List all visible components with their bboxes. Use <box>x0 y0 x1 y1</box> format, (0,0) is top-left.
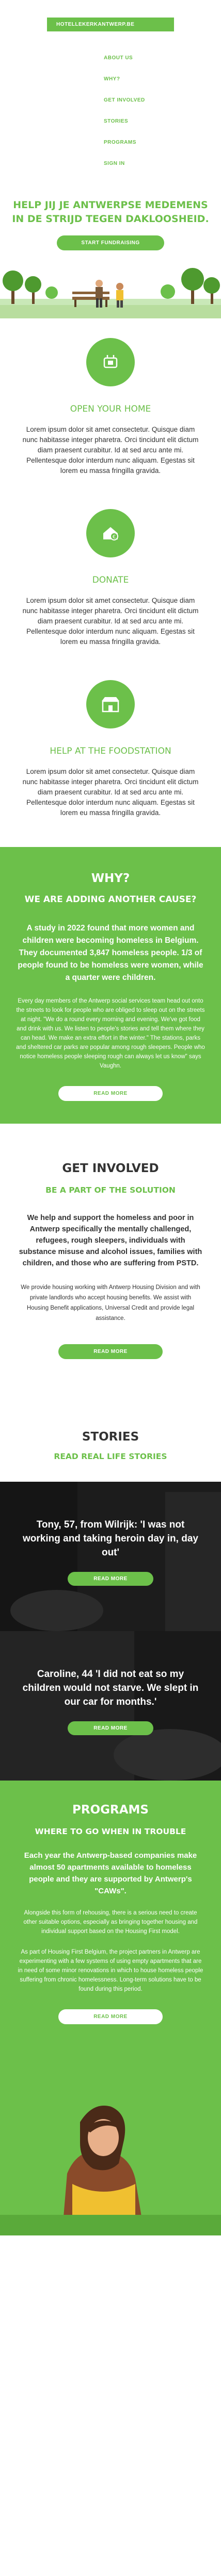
programs-text: Alongside this form of rehousing, there … <box>23 1910 198 1935</box>
section-subtitle: WHERE TO GO WHEN IN TROUBLE <box>35 1827 186 1836</box>
why-lead: A study in 2022 found that more women an… <box>18 924 203 982</box>
section-title: WHY? <box>91 872 130 885</box>
story-card: Caroline, 44 'I did not eat so my childr… <box>0 1631 221 1781</box>
nav-item-get-involved[interactable]: GET INVOLVED <box>104 97 211 118</box>
story-card: Tony, 57, from Wilrijk: 'I was not worki… <box>0 1482 221 1631</box>
site-logo[interactable]: HOTELLEKERKANTWERP.BE <box>47 18 174 31</box>
section-subtitle: BE A PART OF THE SOLUTION <box>45 1185 176 1195</box>
features-section: OPEN YOUR HOME Lorem ipsum dolor sit ame… <box>0 318 221 818</box>
get-involved-section: GET INVOLVED BE A PART OF THE SOLUTION W… <box>0 1124 221 1380</box>
hero-title: HELP JIJ JE ANTWERPSE MEDEMENS IN DE STR… <box>12 199 209 225</box>
donate-icon: € <box>86 509 135 557</box>
nav-item-programs[interactable]: PROGRAMS <box>104 140 211 161</box>
main-nav: ABOUT US WHY? GET INVOLVED STORIES PROGR… <box>104 55 211 182</box>
feature-title: HELP AT THE FOODSTATION <box>50 746 171 756</box>
feature-donate: € DONATE Lorem ipsum dolor sit amet cons… <box>0 509 221 647</box>
svg-text:€: € <box>113 534 116 540</box>
why-text: Every day members of the Antwerp social … <box>16 998 205 1069</box>
site-header: HOTELLEKERKANTWERP.BE ABOUT US WHY? GET … <box>0 0 221 182</box>
programs-read-more-button[interactable]: READ MORE <box>58 2009 163 2024</box>
hero-illustration <box>0 263 221 318</box>
feature-title: OPEN YOUR HOME <box>70 404 151 414</box>
stories-header: STORIES READ REAL LIFE STORIES <box>0 1380 221 1482</box>
story-read-more-button[interactable]: READ MORE <box>68 1572 153 1586</box>
feature-open-home: OPEN YOUR HOME Lorem ipsum dolor sit ame… <box>0 338 221 476</box>
bottom-illustration <box>0 2045 221 2235</box>
section-subtitle: READ REAL LIFE STORIES <box>54 1452 167 1461</box>
programs-lead: Each year the Antwerp-based companies ma… <box>24 1851 197 1895</box>
home-icon <box>86 338 135 386</box>
story-quote: Tony, 57, from Wilrijk: 'I was not worki… <box>23 1519 198 1558</box>
feature-foodstation: HELP AT THE FOODSTATION Lorem ipsum dolo… <box>0 680 221 818</box>
nav-item-sign-in[interactable]: SIGN IN <box>104 161 211 182</box>
start-fundraising-button[interactable]: START FUNDRAISING <box>57 235 164 250</box>
feature-text: Lorem ipsum dolor sit amet consectetur. … <box>22 426 199 474</box>
involved-read-more-button[interactable]: READ MORE <box>58 1344 163 1359</box>
nav-item-about[interactable]: ABOUT US <box>104 55 211 76</box>
involved-text: We provide housing working with Antwerp … <box>21 1284 200 1321</box>
section-title: STORIES <box>82 1430 139 1444</box>
why-section: WHY? WE ARE ADDING ANOTHER CAUSE? A stud… <box>0 847 221 1124</box>
nav-item-stories[interactable]: STORIES <box>104 118 211 140</box>
hero-section: HELP JIJ JE ANTWERPSE MEDEMENS IN DE STR… <box>0 198 221 318</box>
section-subtitle: WE ARE ADDING ANOTHER CAUSE? <box>24 894 197 905</box>
feature-text: Lorem ipsum dolor sit amet consectetur. … <box>22 768 199 817</box>
story-quote: Caroline, 44 'I did not eat so my childr… <box>22 1669 199 1707</box>
involved-lead: We help and support the homeless and poo… <box>19 1214 202 1267</box>
story-read-more-button[interactable]: READ MORE <box>68 1721 153 1735</box>
programs-section: PROGRAMS WHERE TO GO WHEN IN TROUBLE Eac… <box>0 1781 221 2045</box>
section-title: GET INVOLVED <box>62 1162 159 1175</box>
programs-text: As part of Housing First Belgium, the pr… <box>18 1949 203 1992</box>
why-read-more-button[interactable]: READ MORE <box>58 1086 163 1101</box>
foodstation-icon <box>86 680 135 728</box>
stories-section: STORIES READ REAL LIFE STORIES Tony, 57,… <box>0 1380 221 1781</box>
section-title: PROGRAMS <box>72 1803 149 1817</box>
nav-item-why[interactable]: WHY? <box>104 76 211 97</box>
feature-title: DONATE <box>92 575 129 585</box>
feature-text: Lorem ipsum dolor sit amet consectetur. … <box>22 597 199 646</box>
